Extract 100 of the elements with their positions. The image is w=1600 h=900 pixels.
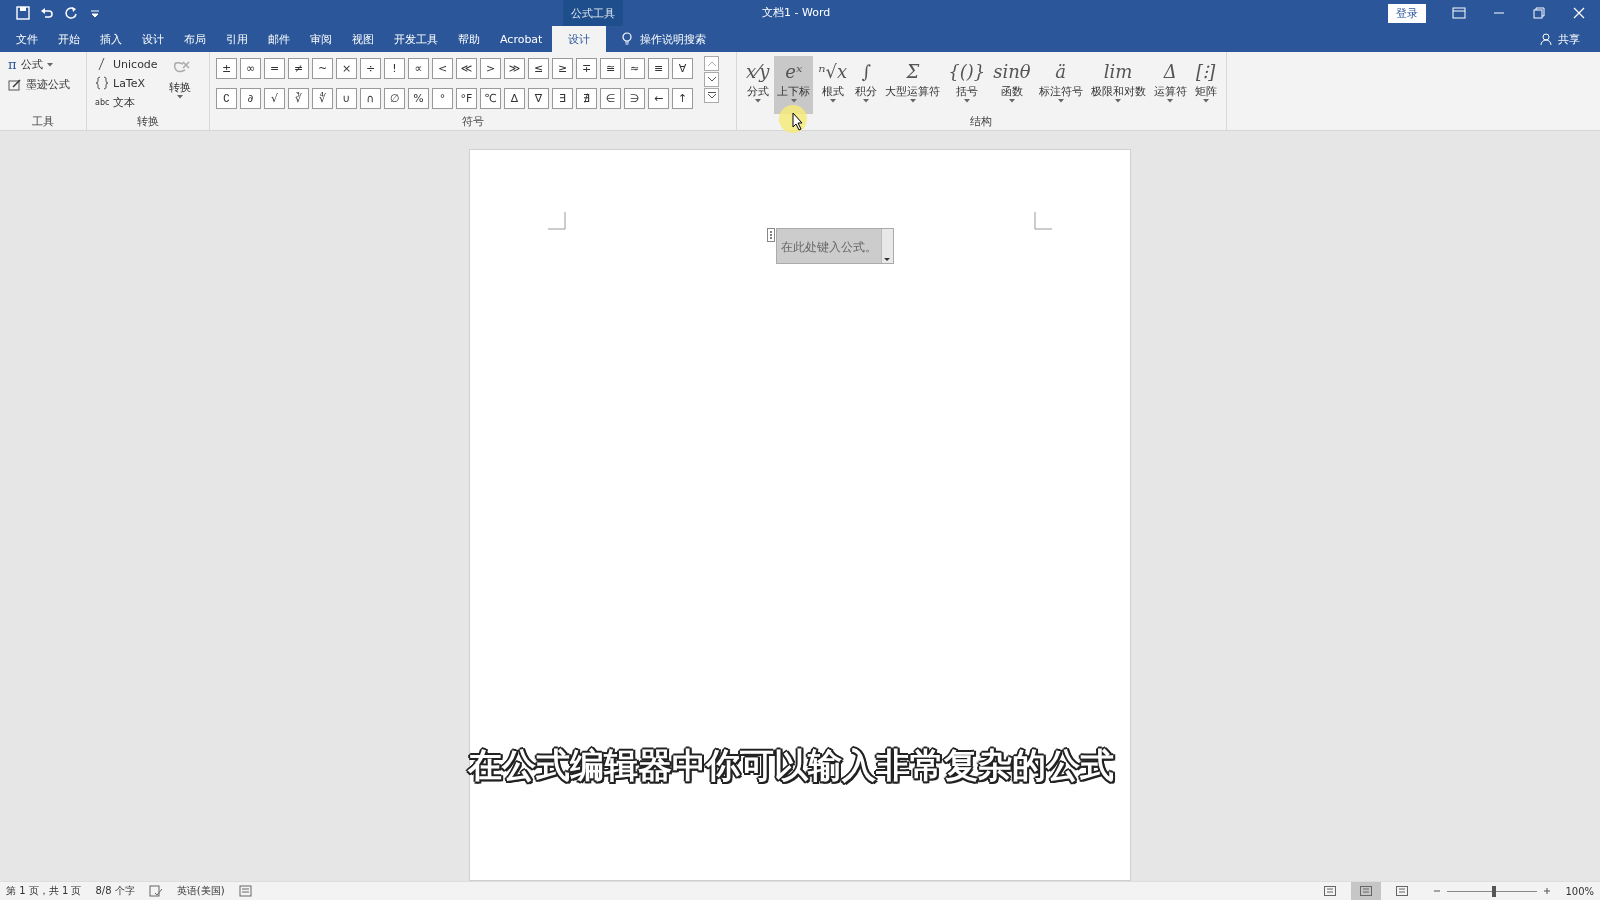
ribbon-tab[interactable]: 设计 <box>132 26 174 52</box>
symbol-button[interactable]: ∜ <box>312 87 333 109</box>
symbol-button[interactable]: % <box>408 87 429 109</box>
structure-button[interactable]: Δ 运算符 <box>1150 56 1190 114</box>
page-count[interactable]: 第 1 页，共 1 页 <box>6 884 82 898</box>
symbol-button[interactable]: ℃ <box>480 87 501 109</box>
symbol-button[interactable]: ÷ <box>360 58 381 79</box>
ribbon-tab[interactable]: 插入 <box>90 26 132 52</box>
symbol-button[interactable]: ∞ <box>240 58 261 79</box>
word-count[interactable]: 8/8 个字 <box>95 884 135 898</box>
structure-button[interactable]: Σ 大型运算符 <box>882 56 944 114</box>
scroll-down-button[interactable] <box>704 72 719 87</box>
symbol-button[interactable]: ∩ <box>360 87 381 109</box>
ribbon-display-icon[interactable] <box>1452 6 1466 20</box>
symbol-button[interactable]: ≥ <box>552 58 573 79</box>
structure-button[interactable]: ⁿ√x 根式 <box>815 56 851 114</box>
ribbon-tab[interactable]: 设计 <box>552 26 607 52</box>
zoom-slider-thumb[interactable] <box>1492 885 1497 897</box>
ribbon-tab[interactable]: 视图 <box>342 26 384 52</box>
symbol-button[interactable]: ∋ <box>624 87 645 109</box>
more-button[interactable] <box>704 88 719 103</box>
share-button[interactable]: 共享 <box>1558 31 1580 47</box>
person-icon[interactable] <box>1540 32 1554 46</box>
structure-button[interactable]: ä 标注符号 <box>1035 56 1086 114</box>
symbol-button[interactable]: ∝ <box>408 58 429 79</box>
view-button[interactable] <box>1351 882 1382 900</box>
save-icon[interactable] <box>16 6 30 20</box>
symbol-button[interactable]: ← <box>648 87 669 109</box>
structure-button[interactable]: ∫ 积分 <box>852 56 881 114</box>
ribbon-tab[interactable]: 审阅 <box>300 26 342 52</box>
caret-icon <box>1202 99 1209 103</box>
symbol-button[interactable]: ≠ <box>288 58 309 79</box>
sign-in-button[interactable]: 登录 <box>1388 3 1426 23</box>
symbol-button[interactable]: ! <box>384 58 405 79</box>
braces-icon[interactable] <box>95 76 109 90</box>
symbol-button[interactable]: > <box>480 58 501 79</box>
symbol-button[interactable]: ≅ <box>600 58 621 79</box>
ribbon-tab[interactable]: 开发工具 <box>384 26 448 52</box>
ribbon-tab[interactable]: 开始 <box>48 26 90 52</box>
zoom-in-icon[interactable] <box>1543 887 1552 895</box>
symbol-button[interactable]: ∂ <box>240 87 261 109</box>
structure-button[interactable]: {()} 括号 <box>945 56 989 114</box>
lightbulb-icon[interactable] <box>620 32 635 46</box>
ribbon-tab[interactable]: 帮助 <box>448 26 490 52</box>
symbol-button[interactable]: = <box>264 58 285 79</box>
text-option[interactable]: abc 文本 <box>93 94 160 111</box>
symbol-button[interactable]: ∇ <box>528 87 549 109</box>
symbol-button[interactable]: ∁ <box>216 87 237 109</box>
unicode-option[interactable]: Unicode <box>93 56 160 72</box>
redo-icon[interactable] <box>64 6 78 20</box>
close-icon[interactable] <box>1572 6 1586 20</box>
symbol-button[interactable]: ∅ <box>384 87 405 109</box>
latex-option[interactable]: LaTeX <box>93 75 160 91</box>
symbol-button[interactable]: ~ <box>312 58 333 79</box>
symbol-button[interactable]: ≈ <box>624 58 645 79</box>
restore-icon[interactable] <box>1532 6 1546 20</box>
symbol-button[interactable]: ∪ <box>336 87 357 109</box>
ribbon-tab[interactable]: 邮件 <box>258 26 300 52</box>
tell-me-search[interactable]: 操作说明搜索 <box>640 31 707 47</box>
equation-options-button[interactable] <box>880 229 893 263</box>
ink-equation-button[interactable]: 墨迹公式 <box>6 76 80 93</box>
drag-handle-icon[interactable] <box>766 228 775 242</box>
proofing-icon[interactable] <box>148 884 163 898</box>
structure-button[interactable]: x⁄y 分式 <box>743 56 773 114</box>
symbol-button[interactable]: < <box>432 58 453 79</box>
symbol-button[interactable]: °F <box>456 87 477 109</box>
page-view-icon <box>1396 886 1409 896</box>
symbol-button[interactable]: ∓ <box>576 58 597 79</box>
symbol-button[interactable]: × <box>336 58 357 79</box>
symbol-button[interactable]: ∃ <box>552 87 573 109</box>
structure-button[interactable]: lim 极限和对数 <box>1087 56 1149 114</box>
pen-icon[interactable] <box>8 77 22 92</box>
symbol-button[interactable]: ° <box>432 87 453 109</box>
equation-button[interactable]: π 公式 <box>6 56 80 73</box>
ribbon-tab[interactable]: 文件 <box>6 26 48 52</box>
symbol-button[interactable]: ≫ <box>504 58 525 79</box>
ribbon-tab[interactable]: Acrobat <box>490 26 553 52</box>
symbol-button[interactable]: ∄ <box>576 87 597 109</box>
ribbon-tab[interactable]: 引用 <box>216 26 258 52</box>
structure-button[interactable]: [⁝] 矩阵 <box>1191 56 1220 114</box>
symbol-button[interactable]: ∀ <box>672 58 693 79</box>
symbol-button[interactable]: ≡ <box>648 58 669 79</box>
symbol-button[interactable]: ≤ <box>528 58 549 79</box>
symbol-button[interactable]: √ <box>264 87 285 109</box>
ribbon-tab[interactable]: 布局 <box>174 26 216 52</box>
expand-icon <box>707 92 716 99</box>
equation-field[interactable]: 在此处键入公式。 <box>775 228 894 264</box>
page-view-icon <box>1324 886 1337 896</box>
undo-icon[interactable] <box>40 6 54 20</box>
zoom-level[interactable]: 100% <box>1565 885 1594 897</box>
symbol-button[interactable]: ∛ <box>288 87 309 109</box>
convert-button[interactable]: 转换 <box>165 56 194 114</box>
structure-button[interactable]: sinθ 函数 <box>990 56 1034 114</box>
symbol-button[interactable]: ↑ <box>672 87 693 109</box>
language-indicator[interactable]: 英语(美国) <box>176 884 225 898</box>
structure-button[interactable]: eˣ 上下标 <box>774 56 814 114</box>
symbol-button[interactable]: ≪ <box>456 58 477 79</box>
symbol-button[interactable]: ± <box>216 58 237 79</box>
symbol-button[interactable]: ∆ <box>504 87 525 109</box>
symbol-button[interactable]: ∈ <box>600 87 621 109</box>
